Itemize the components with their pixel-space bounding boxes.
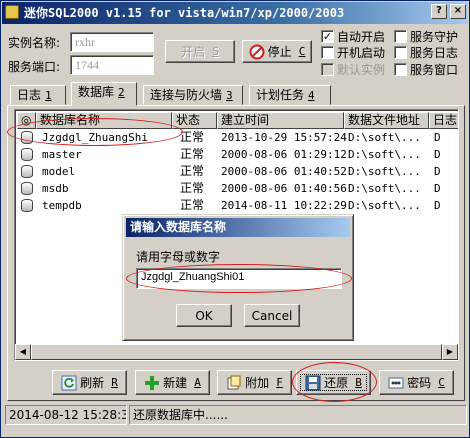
database-icon [21,148,33,161]
close-button[interactable]: × [450,4,466,19]
service-log-checkbox[interactable]: 服务日志 [394,44,458,61]
plus-icon [145,375,160,390]
stop-shortcut: C [298,45,306,58]
tab-connection-firewall[interactable]: 连接与防火墙 3 [143,85,243,105]
boot-start-label: 开机启动 [337,46,386,60]
password-icon [388,377,404,388]
service-window-label: 服务窗口 [410,63,459,77]
status-message: 还原数据库中...... [129,405,467,425]
port-label: 服务端口: [8,60,61,74]
dialog-title[interactable]: 请输入数据库名称 [126,218,350,237]
cancel-button[interactable]: Cancel [244,304,300,327]
status-bar: 2014-08-12 15:28:30 还原数据库中...... [5,405,467,425]
table-row[interactable]: Jzgdgl_ZhuangShi 正常 2013-10-29 15:57:24 … [17,129,458,146]
table-row[interactable]: msdb 正常 2000-08-06 01:40:56 D:\soft\... … [17,180,458,197]
start-service-button[interactable]: 开启 S [165,40,235,63]
service-log-label: 服务日志 [410,46,459,60]
instance-name-field[interactable]: rxhr [70,32,154,52]
stop-icon [249,44,265,59]
column-header-status[interactable]: 状态 [172,112,217,129]
new-database-button[interactable]: 新建 A [135,370,210,395]
password-button[interactable]: 密码 C [379,370,454,395]
service-guard-label: 服务守护 [410,30,459,44]
refresh-button[interactable]: 刷新 R [52,370,127,395]
start-shortcut: S [212,45,219,58]
auto-start-checkbox[interactable]: ✓ 自动开启 [321,28,385,45]
default-instance-label: 默认实例 [337,63,386,77]
table-row[interactable]: model 正常 2000-08-06 01:40:52 D:\soft\...… [17,163,458,180]
refresh-icon [61,375,77,390]
attach-icon [227,375,241,389]
instance-label: 实例名称: [8,36,61,50]
title-bar[interactable]: 迷你SQL2000 v1.15 for vista/win7/xp/2000/2… [2,2,468,24]
database-name-input[interactable]: Jzgdgl_ZhuangShi01 [136,268,342,289]
default-instance-checkbox[interactable]: 默认实例 [321,61,385,78]
database-icon [21,165,33,178]
tab-scheduled-tasks[interactable]: 计划任务 4 [249,85,331,105]
stop-label: 停止 [267,45,292,59]
table-row[interactable]: tempdb 正常 2014-08-11 10:22:29 D:\soft\..… [17,197,458,214]
help-button[interactable]: ? [431,4,447,19]
table-row[interactable]: master 正常 2000-08-06 01:29:12 D:\soft\..… [17,146,458,163]
port-field[interactable]: 1744 [70,55,154,75]
scroll-left-icon[interactable]: ◀ [15,344,31,360]
start-label: 开启 [181,45,206,59]
tab-log[interactable]: 日志 1 [10,85,66,105]
restore-button[interactable]: 还原 B [296,370,371,395]
ok-button[interactable]: OK [176,304,232,327]
tab-database[interactable]: 数据库 2 [71,82,137,106]
input-dialog: 请输入数据库名称 请用字母或数字 Jzgdgl_ZhuangShi01 OK C… [122,214,354,341]
scroll-right-icon[interactable]: ▶ [442,344,458,360]
database-icon [21,131,33,144]
main-window: 迷你SQL2000 v1.15 for vista/win7/xp/2000/2… [0,0,470,438]
window-title: 迷你SQL2000 v1.15 for vista/win7/xp/2000/2… [24,6,345,20]
database-icon [21,182,33,195]
dialog-prompt: 请用字母或数字 [136,250,221,264]
attach-button[interactable]: 附加 F [217,370,292,395]
service-window-checkbox[interactable]: 服务窗口 [394,61,458,78]
list-header: ◎ 数据库名称 状态 建立时间 数据文件地址 日志 [17,112,458,129]
service-guard-checkbox[interactable]: 服务守护 [394,28,458,45]
boot-start-checkbox[interactable]: 开机启动 [321,44,385,61]
check-icon: ✓ [321,30,334,43]
database-icon [21,199,33,212]
status-time: 2014-08-12 15:28:30 [5,405,127,425]
app-icon [5,5,19,19]
column-header-name[interactable]: 数据库名称 [36,112,172,129]
column-header-created[interactable]: 建立时间 [217,112,344,129]
column-header-path[interactable]: 数据文件地址 [344,112,429,129]
column-header-icon[interactable]: ◎ [17,112,36,129]
save-disk-icon [305,375,321,390]
scroll-thumb[interactable] [31,344,442,360]
auto-start-label: 自动开启 [337,30,386,44]
horizontal-scrollbar[interactable]: ◀ ▶ [15,344,458,360]
stop-service-button[interactable]: 停止 C [242,40,312,63]
column-header-log[interactable]: 日志 [429,112,458,129]
